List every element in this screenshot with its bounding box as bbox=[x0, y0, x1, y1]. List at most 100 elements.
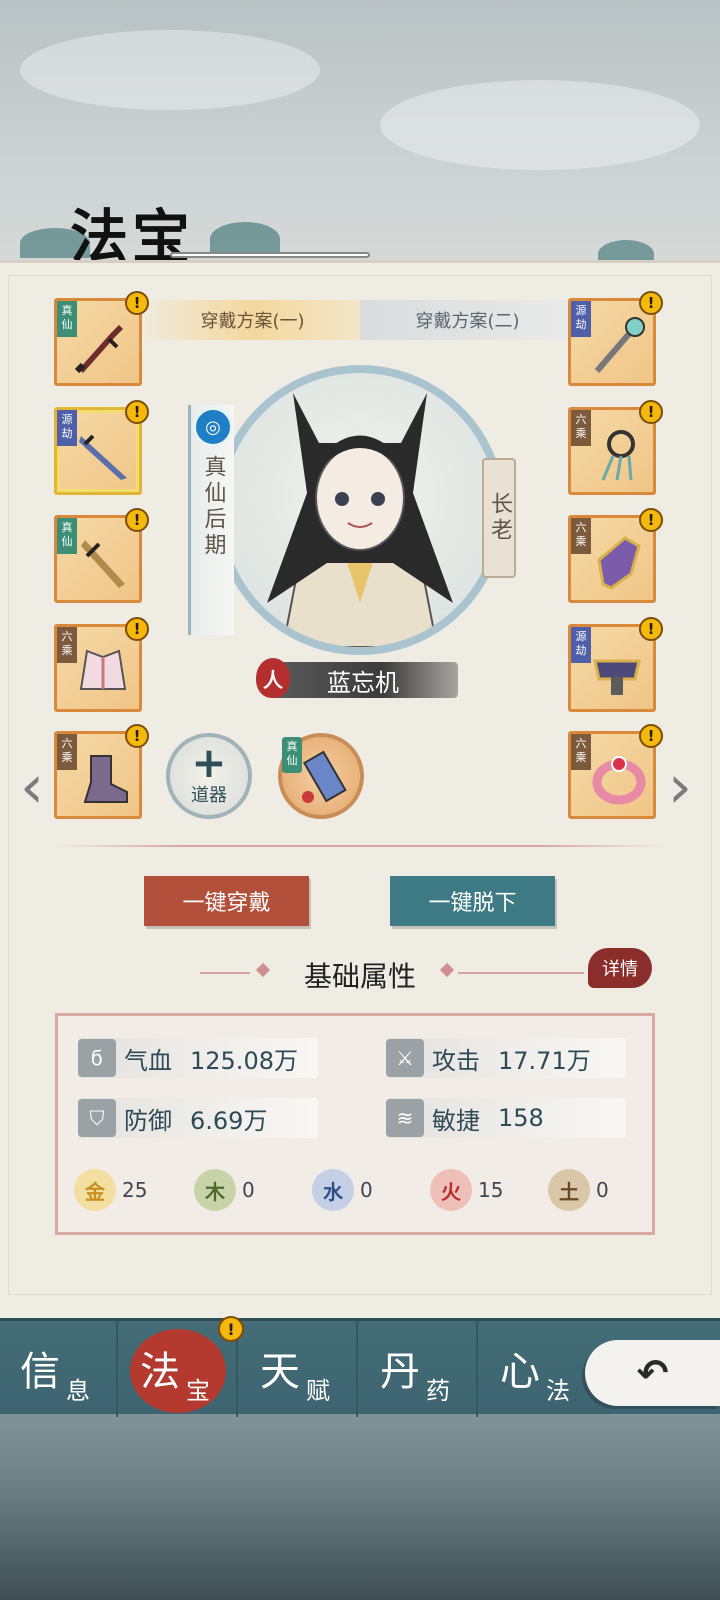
stat-value: 158 bbox=[498, 1104, 544, 1132]
equip-slot-left-1[interactable]: 真仙 ! bbox=[54, 291, 149, 386]
wind-icon: ≋ bbox=[386, 1099, 424, 1137]
equip-slot-left-4[interactable]: 六乘 ! bbox=[54, 617, 149, 712]
section-title: 基础属性 bbox=[303, 960, 416, 993]
element-value: 0 bbox=[242, 1178, 255, 1202]
nav-main-char: 丹 bbox=[380, 1349, 420, 1395]
nav-pills[interactable]: 丹 药 bbox=[360, 1321, 478, 1417]
daoqi-slot[interactable]: + 道器 bbox=[166, 733, 252, 819]
element-earth: 土 0 bbox=[548, 1169, 609, 1211]
rank-banner: 长老 bbox=[482, 458, 516, 578]
equip-slot-right-4[interactable]: 源劫 ! bbox=[568, 617, 663, 712]
alert-badge: ! bbox=[125, 617, 149, 641]
equip-all-button[interactable]: 一键穿戴 bbox=[144, 876, 309, 926]
equip-slot-left-2[interactable]: 源劫 ! bbox=[54, 400, 149, 495]
nav-main-char: 法 bbox=[140, 1349, 180, 1395]
cloud-deco bbox=[20, 30, 320, 110]
alert-badge: ! bbox=[639, 400, 663, 424]
nav-sub-char: 法 bbox=[546, 1377, 570, 1405]
dagger-icon bbox=[81, 540, 125, 588]
nav-sub-char: 药 bbox=[426, 1377, 450, 1405]
stat-label: 敏捷 bbox=[432, 1106, 480, 1135]
tab-loadout-2[interactable]: 穿戴方案(二) bbox=[360, 300, 575, 340]
race-badge: 人 bbox=[256, 658, 290, 698]
rank-label: 长老 bbox=[487, 492, 512, 544]
element-value: 0 bbox=[596, 1178, 609, 1202]
metal-icon: 金 bbox=[74, 1169, 116, 1211]
element-value: 25 bbox=[122, 1178, 148, 1202]
back-button[interactable]: ↶ bbox=[585, 1340, 720, 1406]
equip-slot-right-3[interactable]: 六乘 ! bbox=[568, 508, 663, 603]
stat-label: 气血 bbox=[124, 1046, 172, 1075]
alert-badge: ! bbox=[125, 508, 149, 532]
element-metal: 金 25 bbox=[74, 1169, 148, 1211]
element-fire: 火 15 bbox=[430, 1169, 504, 1211]
blade-icon bbox=[79, 434, 127, 480]
hp-icon: ϭ bbox=[78, 1039, 116, 1077]
tab-loadout-1[interactable]: 穿戴方案(一) bbox=[145, 300, 360, 340]
equip-slot-left-3[interactable]: 真仙 ! bbox=[54, 508, 149, 603]
realm-label: 真仙后期 bbox=[200, 455, 226, 559]
swirl-icon: ◎ bbox=[193, 407, 233, 447]
equip-slot-right-5[interactable]: 六乘 ! bbox=[568, 724, 663, 819]
element-value: 0 bbox=[360, 1178, 373, 1202]
section-deco-left bbox=[200, 972, 250, 974]
staff-icon bbox=[594, 317, 645, 373]
alert-badge: ! bbox=[639, 508, 663, 532]
stat-value: 6.69万 bbox=[190, 1106, 268, 1135]
stat-value: 125.08万 bbox=[190, 1046, 298, 1075]
talisman-slot[interactable]: 真仙 bbox=[278, 733, 364, 819]
alert-badge: ! bbox=[639, 724, 663, 748]
element-value: 15 bbox=[478, 1178, 504, 1202]
stat-attack: ⚔ 攻击 17.71万 bbox=[386, 1038, 626, 1078]
stat-agility: ≋ 敏捷 158 bbox=[386, 1098, 626, 1138]
robe-icon bbox=[79, 649, 127, 690]
alert-badge: ! bbox=[639, 617, 663, 641]
unequip-all-button[interactable]: 一键脱下 bbox=[390, 876, 555, 926]
nav-main-char: 天 bbox=[260, 1349, 300, 1395]
character-name: 蓝忘机 bbox=[268, 662, 458, 698]
attack-icon: ⚔ bbox=[386, 1039, 424, 1077]
alert-badge: ! bbox=[125, 291, 149, 315]
belt-icon bbox=[593, 659, 641, 695]
element-wood: 木 0 bbox=[194, 1169, 255, 1211]
character-portrait[interactable] bbox=[215, 365, 505, 655]
alert-badge: ! bbox=[218, 1316, 244, 1342]
daoqi-label: 道器 bbox=[191, 785, 227, 806]
pendant-icon bbox=[601, 430, 635, 481]
element-water: 水 0 bbox=[312, 1169, 373, 1211]
talisman-icon bbox=[302, 750, 347, 803]
prev-arrow-icon[interactable]: ‹ bbox=[12, 752, 52, 822]
nav-talent[interactable]: 天 赋 bbox=[240, 1321, 358, 1417]
nav-main-char: 信 bbox=[20, 1349, 60, 1395]
character-avatar bbox=[267, 393, 453, 647]
realm-banner: ◎ 真仙后期 bbox=[188, 405, 234, 635]
section-deco-right bbox=[458, 972, 584, 974]
earth-icon: 土 bbox=[548, 1169, 590, 1211]
nav-method[interactable]: 心 法 bbox=[480, 1321, 598, 1417]
plus-icon: + bbox=[191, 738, 227, 787]
nav-sub-char: 宝 bbox=[186, 1377, 210, 1405]
equip-slot-right-2[interactable]: 六乘 ! bbox=[568, 400, 663, 495]
boot-icon bbox=[83, 755, 128, 803]
stat-label: 防御 bbox=[124, 1106, 172, 1135]
ring-icon bbox=[592, 756, 646, 805]
loadout-tabs: 穿戴方案(一) 穿戴方案(二) bbox=[145, 300, 575, 340]
stat-hp: ϭ 气血 125.08万 bbox=[78, 1038, 318, 1078]
equip-slot-right-1[interactable]: 源劫 ! bbox=[568, 291, 663, 386]
stat-label: 攻击 bbox=[432, 1046, 480, 1075]
title-underline bbox=[170, 252, 370, 258]
sword-icon bbox=[74, 325, 123, 374]
alert-badge: ! bbox=[125, 724, 149, 748]
equip-slot-left-5[interactable]: 六乘 ! bbox=[54, 724, 149, 819]
alert-badge: ! bbox=[639, 291, 663, 315]
nav-info[interactable]: 信 息 bbox=[0, 1321, 118, 1417]
divider bbox=[55, 845, 665, 847]
stat-defense: ⛉ 防御 6.69万 bbox=[78, 1098, 318, 1138]
water-icon: 水 bbox=[312, 1169, 354, 1211]
detail-button[interactable]: 详情 bbox=[588, 948, 652, 988]
next-arrow-icon[interactable]: › bbox=[660, 752, 700, 822]
stat-value: 17.71万 bbox=[498, 1046, 591, 1075]
fire-icon: 火 bbox=[430, 1169, 472, 1211]
nav-sub-char: 息 bbox=[66, 1377, 90, 1405]
back-arrow-icon: ↶ bbox=[636, 1351, 669, 1395]
